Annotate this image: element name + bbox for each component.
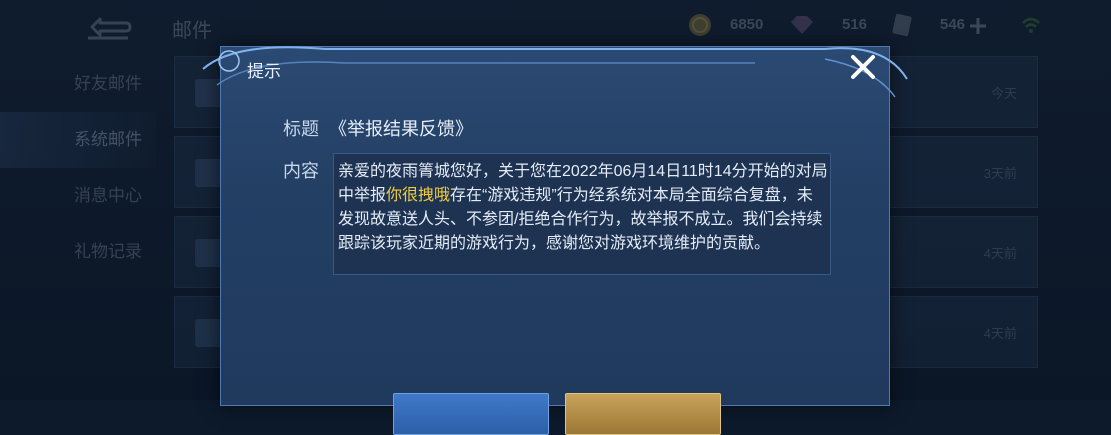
dialog-confirm-button[interactable] bbox=[393, 393, 549, 435]
mail-subject: 《举报结果反馈》 bbox=[329, 119, 473, 139]
subject-label: 标题 bbox=[283, 119, 319, 139]
content-label: 内容 bbox=[283, 161, 319, 181]
dialog-header-ornament bbox=[202, 46, 908, 98]
mail-content-text: 亲爱的夜雨箐城您好，关于您在2022年06月14日11时14分开始的对局中举报你… bbox=[338, 160, 828, 256]
reported-player-name: 你很拽哦 bbox=[386, 187, 451, 204]
mail-content-box[interactable]: 亲爱的夜雨箐城您好，关于您在2022年06月14日11时14分开始的对局中举报你… bbox=[333, 153, 831, 275]
dialog-title: 提示 bbox=[247, 62, 281, 81]
close-icon[interactable] bbox=[845, 49, 881, 85]
notice-dialog: 提示 标题 《举报结果反馈》 内容 亲爱的夜雨箐城您好，关于您在2022年06月… bbox=[202, 46, 908, 435]
dialog-secondary-button[interactable] bbox=[565, 393, 721, 435]
